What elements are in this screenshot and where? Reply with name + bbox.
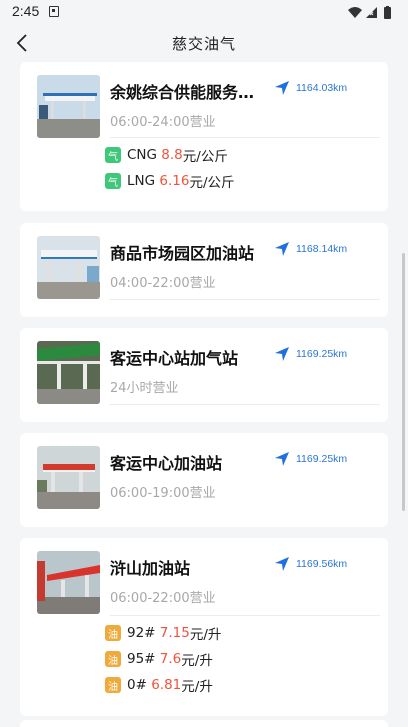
navigate-button[interactable]: 1169.56km [274, 553, 347, 575]
station-name: 浒山加油站 [110, 559, 191, 578]
navigate-button[interactable]: 1169.25km [274, 448, 347, 470]
fuel-price-row: 气 LNG 6.16 元/公斤 [105, 171, 235, 191]
station-card[interactable]: 客运中心站加气站 1169.25km 24小时营业 [20, 328, 388, 422]
distance-text: 1169.25km [296, 453, 348, 465]
fuel-unit: 元/公斤 [182, 149, 228, 165]
status-bar: 2:45 [0, 0, 408, 24]
fuel-price: 7.6 [159, 651, 182, 667]
wifi-icon [348, 7, 362, 18]
divider [110, 137, 380, 138]
distance-text: 1168.14km [296, 243, 348, 255]
oil-badge: 油 [105, 625, 121, 641]
opening-hours: 04:00-22:00营业 [110, 276, 216, 291]
fuel-unit: 元/升 [181, 679, 213, 695]
divider [110, 615, 380, 616]
fuel-price: 8.8 [161, 147, 183, 163]
station-photo [37, 551, 100, 614]
fuel-unit: 元/升 [189, 627, 222, 643]
divider [110, 299, 380, 300]
station-list[interactable]: 余姚综合供能服务… 1164.03km 06:00-24:00营业 气 CNG … [0, 62, 408, 727]
page-title: 慈交油气 [171, 35, 236, 53]
fuel-price-row: 油 95# 7.6 元/升 [105, 649, 213, 669]
station-name: 客运中心加油站 [110, 454, 223, 473]
station-card[interactable]: 浒山加油站 1169.56km 06:00-22:00营业 油 92# 7.15… [20, 538, 388, 716]
station-card[interactable]: 商品市场园区加油站 1168.14km 04:00-22:00营业 [20, 223, 388, 317]
opening-hours: 24小时营业 [110, 381, 179, 396]
fuel-unit: 元/升 [181, 653, 213, 669]
scrollbar[interactable] [402, 253, 405, 511]
distance-text: 1164.03km [296, 82, 348, 94]
station-card[interactable] [20, 720, 388, 727]
navigation-arrow-icon [275, 242, 289, 256]
fuel-price-row: 气 CNG 8.8 元/公斤 [105, 145, 228, 165]
fuel-grade: LNG [127, 173, 156, 189]
navigation-arrow-icon [275, 347, 289, 361]
gas-badge: 气 [105, 173, 121, 189]
station-photo [37, 341, 100, 404]
navigate-button[interactable]: 1168.14km [274, 238, 347, 260]
navigation-arrow-icon [275, 557, 289, 571]
station-photo [37, 75, 100, 138]
fuel-unit: 元/公斤 [189, 175, 235, 191]
fuel-grade: 0# [127, 677, 147, 693]
fuel-price: 6.16 [159, 173, 190, 189]
opening-hours: 06:00-22:00营业 [110, 591, 216, 606]
battery-icon [384, 6, 391, 19]
fuel-price: 7.15 [159, 625, 190, 641]
station-name: 余姚综合供能服务… [110, 83, 255, 102]
opening-hours: 06:00-24:00营业 [110, 115, 216, 130]
notification-icon [49, 6, 59, 17]
divider [110, 404, 380, 405]
station-card[interactable]: 余姚综合供能服务… 1164.03km 06:00-24:00营业 气 CNG … [20, 62, 388, 211]
oil-badge: 油 [105, 651, 121, 667]
navigate-button[interactable]: 1164.03km [274, 77, 347, 99]
status-time: 2:45 [12, 3, 40, 19]
fuel-price: 6.81 [151, 677, 182, 693]
station-name: 商品市场园区加油站 [110, 244, 255, 263]
fuel-grade: CNG [127, 147, 157, 163]
station-card[interactable]: 客运中心加油站 1169.25km 06:00-19:00营业 [20, 433, 388, 527]
opening-hours: 06:00-19:00营业 [110, 486, 216, 501]
fuel-price-row: 油 0# 6.81 元/升 [105, 675, 213, 695]
fuel-grade: 92# [127, 625, 156, 641]
distance-text: 1169.25km [296, 348, 348, 360]
app-header: 慈交油气 [0, 24, 408, 62]
distance-text: 1169.56km [296, 558, 348, 570]
signal-icon [366, 7, 377, 18]
fuel-grade: 95# [127, 651, 156, 667]
oil-badge: 油 [105, 677, 121, 693]
navigation-arrow-icon [275, 452, 289, 466]
station-photo [37, 446, 100, 509]
gas-badge: 气 [105, 147, 121, 163]
navigate-button[interactable]: 1169.25km [274, 343, 347, 365]
station-photo [37, 236, 100, 299]
navigation-arrow-icon [275, 81, 289, 95]
status-icons [348, 5, 396, 24]
station-name: 客运中心站加气站 [110, 349, 239, 368]
fuel-price-row: 油 92# 7.15 元/升 [105, 623, 221, 643]
